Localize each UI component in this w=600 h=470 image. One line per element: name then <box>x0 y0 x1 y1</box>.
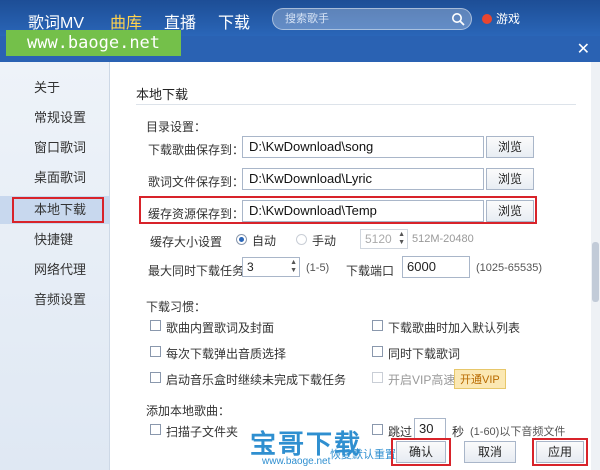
sidebar-item-audio[interactable]: 音频设置 <box>0 286 110 314</box>
site-watermark-banner: www.baoge.net <box>6 30 181 56</box>
cancel-button[interactable]: 取消 <box>464 441 516 463</box>
stepper-down-icon[interactable]: ▼ <box>398 239 405 247</box>
max-tasks-hint: (1-5) <box>306 262 330 274</box>
search-input[interactable] <box>285 12 435 26</box>
settings-scrollbar[interactable] <box>591 62 600 470</box>
sidebar-item-hotkeys[interactable]: 快捷键 <box>0 226 110 254</box>
quality-popup-checkbox[interactable] <box>150 346 161 357</box>
habits-title: 下载习惯： <box>146 300 207 314</box>
port-hint: (1025-65535) <box>476 262 543 274</box>
sidebar-item-general[interactable]: 常规设置 <box>0 104 110 132</box>
user-games[interactable]: 游戏 <box>482 10 520 27</box>
cache-size-hint: 512M-20480 <box>412 233 474 245</box>
sidebar-item-window-lyrics[interactable]: 窗口歌词 <box>0 134 110 162</box>
resume-tasks-checkbox[interactable] <box>150 372 161 383</box>
add-songs-title: 添加本地歌曲： <box>146 404 231 418</box>
search-box[interactable] <box>272 8 472 30</box>
quality-popup-label: 每次下载弹出音质选择 <box>166 347 287 361</box>
lyric-dir-field[interactable]: D:\KwDownload\Lyric <box>242 168 484 190</box>
highlight-cache-row-box <box>139 196 537 224</box>
scan-subfolders-label: 扫描子文件夹 <box>166 425 239 439</box>
close-icon[interactable]: ✕ <box>577 39 590 59</box>
download-lyrics-label: 同时下载歌词 <box>388 347 461 361</box>
user-avatar-icon <box>482 14 492 24</box>
add-default-list-label: 下载歌曲时加入默认列表 <box>388 321 521 335</box>
sidebar-item-desktop-lyrics[interactable]: 桌面歌词 <box>0 164 110 192</box>
skip-unit: 秒 <box>452 425 465 439</box>
port-field[interactable]: 6000 <box>402 256 470 278</box>
lyric-dir-label: 歌词文件保存到： <box>148 175 245 189</box>
dir-settings-title: 目录设置： <box>146 120 207 134</box>
cache-size-value: 5120 <box>365 232 392 246</box>
nav-download[interactable]: 下载 <box>218 9 250 33</box>
highlight-apply-box <box>532 438 588 466</box>
embed-lyrics-checkbox[interactable] <box>150 320 161 331</box>
stepper-down-icon[interactable]: ▼ <box>290 267 297 275</box>
port-label: 下载端口 <box>346 264 395 278</box>
scan-subfolders-checkbox[interactable] <box>150 424 161 435</box>
cache-size-stepper[interactable]: 5120 ▲ ▼ <box>360 229 408 249</box>
stepper-up-icon[interactable]: ▲ <box>290 259 297 267</box>
scrollbar-thumb[interactable] <box>592 242 599 302</box>
download-lyrics-checkbox[interactable] <box>372 346 383 357</box>
user-games-label: 游戏 <box>496 12 521 26</box>
max-tasks-stepper[interactable]: 3 ▲ ▼ <box>242 257 300 277</box>
skip-seconds-field[interactable]: 30 <box>414 418 446 440</box>
cache-manual-radio[interactable] <box>296 234 307 245</box>
highlight-ok-box <box>391 438 451 466</box>
settings-sidebar: 关于 常规设置 窗口歌词 桌面歌词 本地下载 快捷键 网络代理 音频设置 <box>0 62 110 470</box>
cache-size-label: 缓存大小设置 <box>150 235 223 249</box>
sidebar-item-proxy[interactable]: 网络代理 <box>0 256 110 284</box>
song-dir-label: 下载歌曲保存到： <box>148 143 245 157</box>
vip-speed-checkbox[interactable] <box>372 372 383 383</box>
open-vip-badge[interactable]: 开通VIP <box>454 369 506 389</box>
section-divider <box>136 104 576 105</box>
sidebar-item-about[interactable]: 关于 <box>0 74 110 102</box>
embed-lyrics-label: 歌曲内置歌词及封面 <box>166 321 275 335</box>
song-dir-browse-button[interactable]: 浏览 <box>486 136 534 158</box>
resume-tasks-label: 启动音乐盒时继续未完成下载任务 <box>166 373 347 387</box>
cache-auto-label: 自动 <box>252 234 277 248</box>
search-icon[interactable] <box>451 12 465 26</box>
song-dir-field[interactable]: D:\KwDownload\song <box>242 136 484 158</box>
cache-auto-radio[interactable] <box>236 234 247 245</box>
stepper-up-icon[interactable]: ▲ <box>398 231 405 239</box>
max-tasks-label: 最大同时下载任务 <box>148 264 245 278</box>
max-tasks-value: 3 <box>247 260 254 274</box>
watermark-url: www.baoge.net <box>262 456 331 467</box>
skip-short-checkbox[interactable] <box>372 424 383 435</box>
vip-speed-label: 开启VIP高速 <box>388 373 456 387</box>
add-default-list-checkbox[interactable] <box>372 320 383 331</box>
cache-manual-label: 手动 <box>312 234 337 248</box>
section-title: 本地下载 <box>136 87 189 102</box>
lyric-dir-browse-button[interactable]: 浏览 <box>486 168 534 190</box>
highlight-sidebar-box <box>12 197 104 223</box>
skip-hint: (1-60)以下音频文件 <box>470 426 566 438</box>
